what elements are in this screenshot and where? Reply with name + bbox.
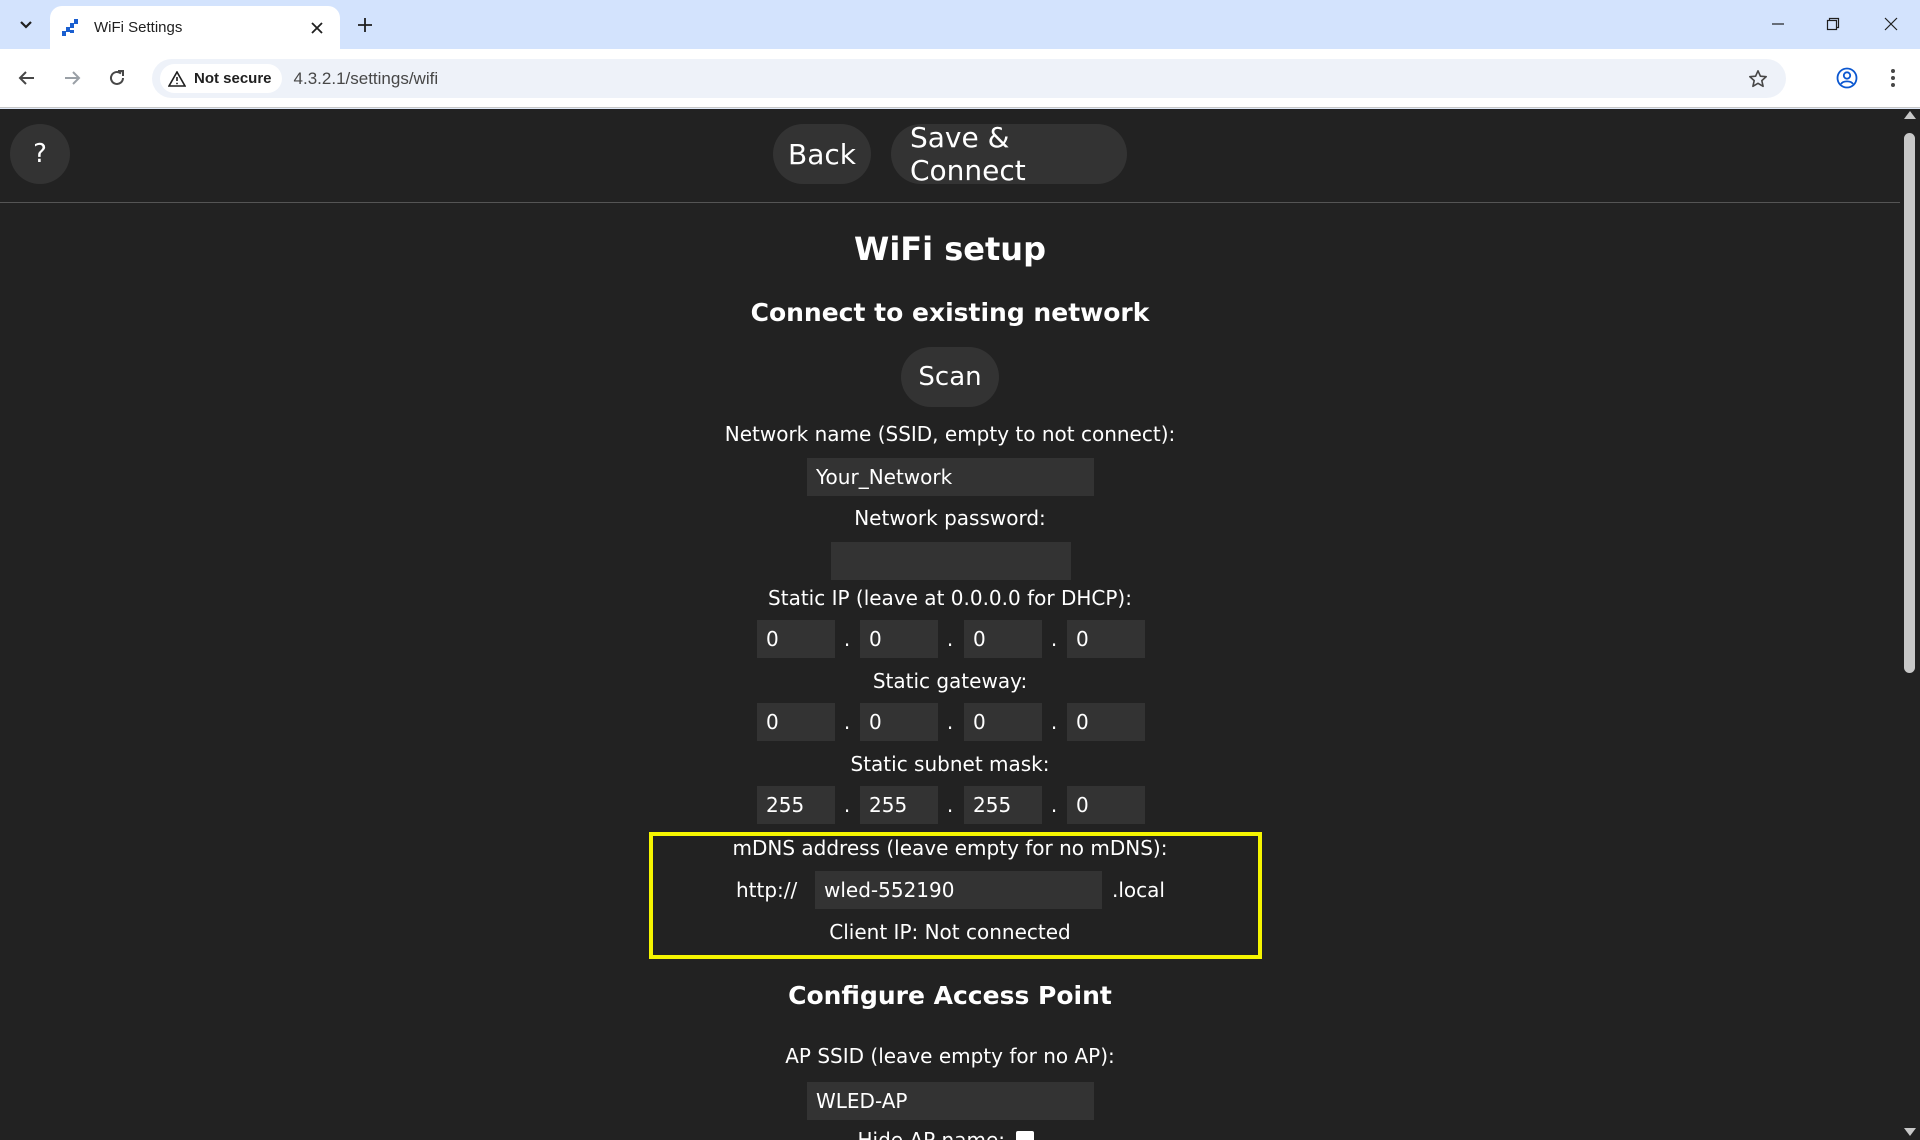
browser-toolbar: Not secure 4.3.2.1/settings/wifi — [0, 49, 1920, 108]
close-icon — [1884, 17, 1898, 31]
tab-title: WiFi Settings — [94, 19, 183, 36]
hide-ap-label: Hide AP name: — [857, 1128, 1005, 1140]
scroll-thumb[interactable] — [1904, 133, 1915, 673]
mdns-label: mDNS address (leave empty for no mDNS): — [732, 836, 1168, 860]
ap-heading: Configure Access Point — [788, 981, 1112, 1010]
page-viewport: ? Back Save & Connect WiFi setup Connect… — [0, 109, 1920, 1140]
restore-button[interactable] — [1810, 8, 1856, 40]
ip-dot: . — [946, 627, 954, 651]
scroll-up-arrow[interactable] — [1904, 111, 1916, 119]
back-nav-button[interactable] — [10, 61, 44, 95]
ip-dot: . — [1050, 627, 1058, 651]
hide-ap-checkbox[interactable] — [1016, 1131, 1034, 1140]
arrow-right-icon — [65, 71, 81, 85]
mdns-input[interactable]: wled-552190 — [815, 871, 1102, 909]
gateway-octet-1[interactable]: 0 — [757, 703, 835, 741]
page-title: WiFi setup — [854, 230, 1046, 268]
subnet-octet-4[interactable]: 0 — [1067, 786, 1145, 824]
subnet-octet-3[interactable]: 255 — [964, 786, 1042, 824]
ip-dot: . — [1050, 793, 1058, 817]
profile-button[interactable] — [1830, 61, 1864, 95]
wled-favicon-icon — [62, 18, 78, 36]
gateway-octet-3[interactable]: 0 — [964, 703, 1042, 741]
more-vertical-icon — [1891, 69, 1895, 87]
security-chip[interactable]: Not secure — [160, 64, 282, 93]
security-label: Not secure — [194, 70, 272, 87]
reload-button[interactable] — [100, 61, 134, 95]
password-input[interactable] — [831, 542, 1071, 580]
warning-icon — [168, 70, 186, 87]
ip-dot: . — [1050, 710, 1058, 734]
gateway-octet-4[interactable]: 0 — [1067, 703, 1145, 741]
restore-icon — [1826, 17, 1840, 31]
subnet-octet-2[interactable]: 255 — [860, 786, 938, 824]
connect-heading: Connect to existing network — [750, 298, 1150, 327]
window-close-button[interactable] — [1868, 8, 1914, 40]
ip-dot: . — [946, 793, 954, 817]
browser-tab[interactable]: WiFi Settings — [50, 6, 340, 49]
gateway-octet-2[interactable]: 0 — [860, 703, 938, 741]
ip-dot: . — [843, 627, 851, 651]
ip-dot: . — [843, 793, 851, 817]
mdns-suffix: .local — [1112, 878, 1165, 902]
settings-topbar: ? Back Save & Connect — [0, 109, 1900, 203]
chevron-down-icon — [20, 21, 32, 29]
forward-nav-button[interactable] — [55, 61, 89, 95]
reload-icon — [110, 70, 124, 85]
static-ip-octet-1[interactable]: 0 — [757, 620, 835, 658]
tab-search-button[interactable] — [10, 10, 42, 40]
back-button[interactable]: Back — [773, 124, 871, 184]
ssid-label: Network name (SSID, empty to not connect… — [724, 422, 1176, 446]
minimize-icon — [1772, 23, 1784, 25]
browser-menu-button[interactable] — [1876, 61, 1910, 95]
gateway-label: Static gateway: — [872, 669, 1028, 693]
subnet-label: Static subnet mask: — [850, 752, 1050, 776]
plus-icon — [358, 18, 372, 32]
ap-ssid-label: AP SSID (leave empty for no AP): — [785, 1044, 1115, 1068]
static-ip-octet-3[interactable]: 0 — [964, 620, 1042, 658]
ip-dot: . — [843, 710, 851, 734]
ap-ssid-input[interactable]: WLED-AP — [807, 1082, 1094, 1120]
mdns-prefix: http:// — [736, 878, 798, 902]
scan-button[interactable]: Scan — [901, 347, 999, 407]
arrow-left-icon — [18, 71, 34, 85]
save-connect-button[interactable]: Save & Connect — [891, 121, 1127, 187]
tab-strip: WiFi Settings — [0, 0, 1920, 49]
new-tab-button[interactable] — [352, 12, 378, 38]
client-ip-status: Client IP: Not connected — [829, 920, 1071, 944]
url-text: 4.3.2.1/settings/wifi — [293, 68, 439, 88]
static-ip-octet-2[interactable]: 0 — [860, 620, 938, 658]
help-button[interactable]: ? — [10, 124, 70, 184]
close-icon — [311, 21, 323, 34]
static-ip-label: Static IP (leave at 0.0.0.0 for DHCP): — [768, 586, 1132, 610]
static-ip-octet-4[interactable]: 0 — [1067, 620, 1145, 658]
tab-close-button[interactable] — [306, 17, 328, 39]
address-bar[interactable]: Not secure 4.3.2.1/settings/wifi — [152, 59, 1786, 98]
page-scrollbar[interactable] — [1900, 109, 1920, 1140]
star-icon — [1749, 70, 1767, 88]
scroll-down-arrow[interactable] — [1904, 1128, 1916, 1136]
account-icon — [1836, 67, 1858, 89]
ip-dot: . — [946, 710, 954, 734]
subnet-octet-1[interactable]: 255 — [757, 786, 835, 824]
wifi-settings-page: ? Back Save & Connect WiFi setup Connect… — [0, 109, 1900, 1140]
password-label: Network password: — [854, 506, 1046, 530]
minimize-button[interactable] — [1755, 8, 1801, 40]
ssid-input[interactable]: Your_Network — [807, 458, 1094, 496]
bookmark-button[interactable] — [1744, 65, 1772, 93]
